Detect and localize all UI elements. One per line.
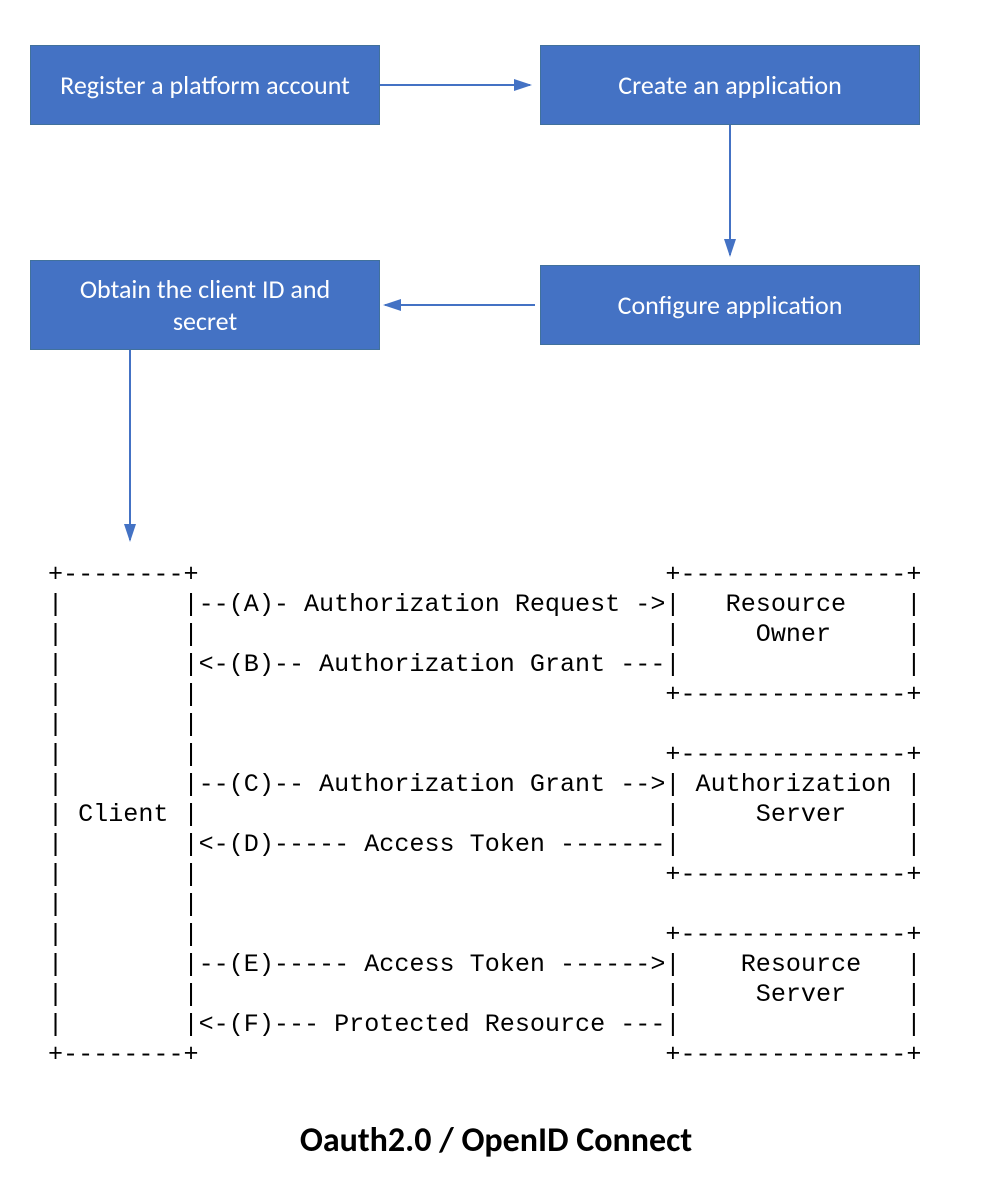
box-create-label: Create an application	[618, 69, 842, 101]
arrow-register-to-create	[380, 78, 540, 98]
box-register: Register a platform account	[30, 45, 380, 125]
arrow-obtain-to-ascii	[122, 350, 142, 550]
box-configure-label: Configure application	[618, 289, 843, 321]
box-create: Create an application	[540, 45, 920, 125]
diagram-caption: Oauth2.0 / OpenID Connect	[0, 1120, 992, 1161]
oauth-ascii-diagram: +--------+ +---------------+ | |--(A)- A…	[48, 560, 921, 1070]
arrow-create-to-configure	[722, 125, 742, 265]
arrow-configure-to-obtain	[380, 298, 540, 318]
box-register-label: Register a platform account	[60, 69, 350, 101]
box-obtain: Obtain the client ID and secret	[30, 260, 380, 350]
box-configure: Configure application	[540, 265, 920, 345]
box-obtain-label: Obtain the client ID and secret	[51, 273, 359, 337]
